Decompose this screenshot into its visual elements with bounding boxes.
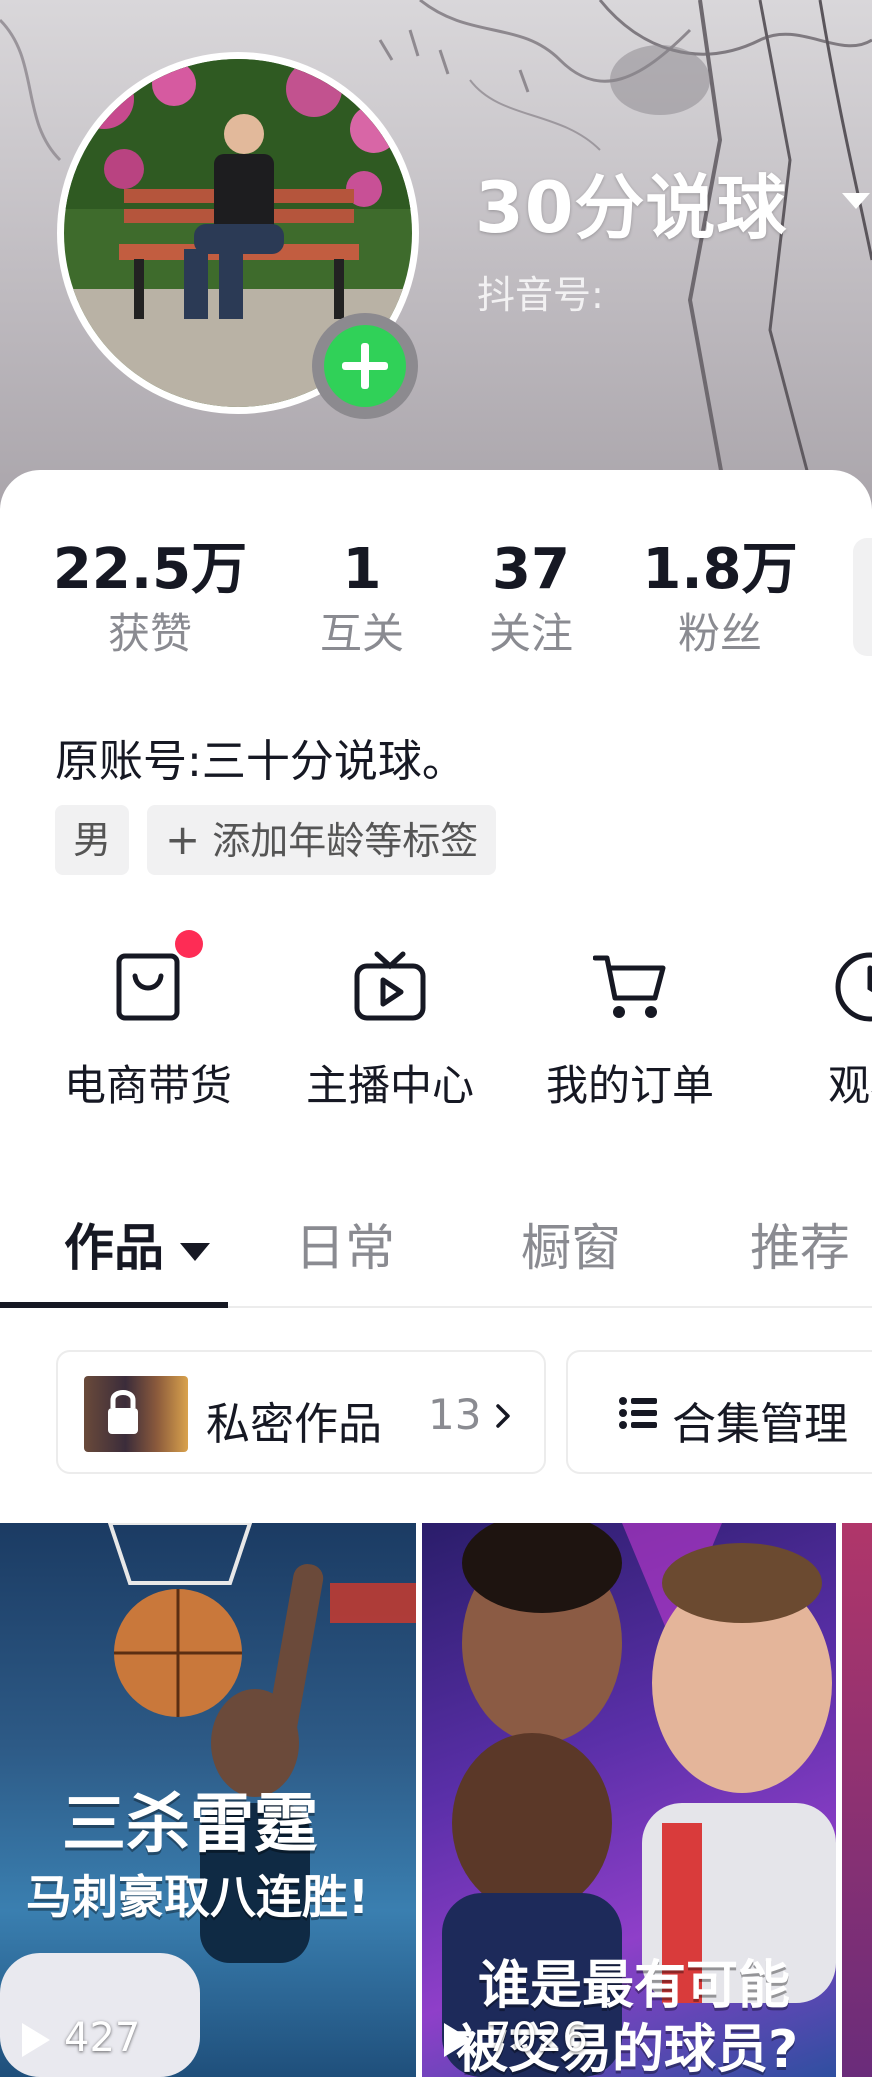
- video-card-1[interactable]: 三杀雷霆 马刺豪取八连胜! 427: [0, 1523, 416, 2077]
- plus-icon: [324, 325, 406, 407]
- video-1-plays: 427: [64, 2015, 141, 2061]
- video-card-2[interactable]: 谁是最有可能 被交易的球员? 7026: [422, 1523, 836, 2077]
- username[interactable]: 30分说球: [475, 152, 787, 253]
- video-2-play-count: 7026: [444, 2015, 588, 2061]
- douyin-id[interactable]: 抖音号:: [477, 264, 604, 319]
- stat-followers[interactable]: 1.8万 粉丝: [620, 538, 820, 660]
- stat-mutual[interactable]: 1 互关: [282, 538, 442, 660]
- tab-recommended[interactable]: 推荐: [750, 1208, 850, 1280]
- stat-following-label: 关注: [488, 609, 573, 658]
- add-tag-label: 添加年龄等标签: [212, 819, 479, 863]
- add-tag-button[interactable]: + 添加年龄等标签: [147, 805, 497, 875]
- service-my-orders-label: 我的订单: [545, 1061, 714, 1110]
- private-works-count: 13: [428, 1390, 482, 1439]
- add-friend-button[interactable]: [312, 313, 418, 419]
- video-1-play-count: 427: [22, 2015, 140, 2061]
- collection-manage-label: 合集管理: [672, 1399, 848, 1450]
- service-watch-history-label: 观看: [827, 1061, 872, 1110]
- service-ecommerce-label: 电商带货: [63, 1061, 232, 1110]
- service-ecommerce[interactable]: 电商带货: [48, 950, 248, 1113]
- service-watch-history[interactable]: 观看: [770, 950, 872, 1113]
- private-works-thumbnail: [84, 1376, 188, 1452]
- play-icon: [444, 2023, 472, 2057]
- lock-icon: [108, 1390, 138, 1434]
- tab-daily[interactable]: 日常: [295, 1208, 395, 1280]
- video-1-title: 三杀雷霆: [62, 1788, 318, 1862]
- private-works-label: 私密作品: [206, 1399, 382, 1450]
- stat-following[interactable]: 37 关注: [451, 538, 611, 660]
- stat-followers-value: 1.8万: [642, 537, 798, 602]
- tv-play-icon: [353, 950, 427, 1024]
- service-my-orders[interactable]: 我的订单: [530, 950, 730, 1113]
- account-switch-caret-icon[interactable]: [842, 193, 870, 209]
- stat-mutual-label: 互关: [319, 609, 404, 658]
- stat-likes-value: 22.5万: [52, 537, 248, 602]
- gender-tag[interactable]: 男: [55, 805, 130, 875]
- service-streamer-center-label: 主播中心: [305, 1061, 474, 1110]
- list-icon: [619, 1397, 657, 1429]
- video-1-subtitle: 马刺豪取八连胜!: [26, 1870, 369, 1924]
- service-streamer-center[interactable]: 主播中心: [290, 950, 490, 1113]
- video-card-3[interactable]: [842, 1523, 872, 2077]
- side-panel-handle[interactable]: [853, 538, 872, 656]
- stat-followers-label: 粉丝: [677, 609, 762, 658]
- tab-works[interactable]: 作品: [64, 1208, 210, 1280]
- notification-dot: [175, 930, 203, 958]
- stat-likes-label: 获赞: [107, 609, 192, 658]
- stat-mutual-value: 1: [342, 537, 382, 602]
- bio-text: 原账号:三十分说球。: [55, 736, 466, 787]
- video-2-plays: 7026: [486, 2015, 588, 2061]
- chevron-down-icon: [180, 1242, 210, 1261]
- cart-icon: [592, 950, 667, 1024]
- plus-icon: +: [165, 815, 201, 864]
- tab-showcase[interactable]: 橱窗: [521, 1208, 621, 1280]
- stat-following-value: 37: [492, 537, 570, 602]
- stat-likes[interactable]: 22.5万 获赞: [50, 538, 250, 660]
- play-icon: [22, 2023, 50, 2057]
- active-tab-indicator: [0, 1302, 228, 1308]
- chevron-right-icon: [496, 1404, 510, 1428]
- shopping-bag-icon: [111, 950, 185, 1024]
- clock-icon: [833, 950, 872, 1024]
- tab-works-label: 作品: [64, 1219, 164, 1277]
